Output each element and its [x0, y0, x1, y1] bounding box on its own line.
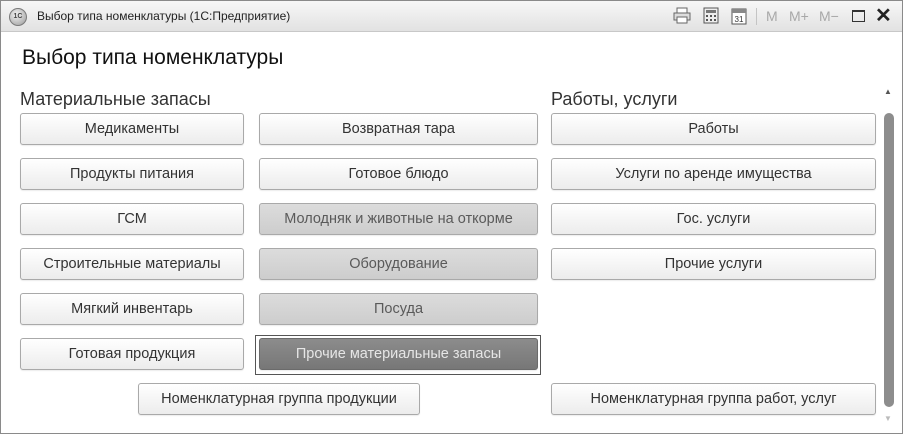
vertical-scrollbar[interactable]: ▲ ▼	[883, 87, 895, 423]
type-button-dishes[interactable]: Посуда	[259, 293, 538, 325]
scroll-up-icon[interactable]: ▲	[884, 87, 892, 96]
memory-m-button[interactable]: M	[766, 8, 778, 25]
memory-minus-button[interactable]: M−	[819, 8, 839, 25]
type-button-ready-dish[interactable]: Готовое блюдо	[259, 158, 538, 190]
window-title: Выбор типа номенклатуры (1С:Предприятие)	[37, 9, 291, 23]
printer-icon[interactable]	[672, 7, 692, 26]
type-button-medicines[interactable]: Медикаменты	[20, 113, 244, 145]
memory-plus-button[interactable]: M+	[789, 8, 809, 25]
services-group-button[interactable]: Номенклатурная группа работ, услуг	[551, 383, 876, 415]
type-button-returnable-containers[interactable]: Возвратная тара	[259, 113, 538, 145]
group-title-materials: Материальные запасы	[20, 89, 211, 109]
calendar-day-label: 31	[735, 15, 744, 24]
group-title-services: Работы, услуги	[551, 89, 678, 109]
dialog-window: 1С Выбор типа номенклатуры (1С:Предприят…	[0, 0, 903, 434]
product-group-button[interactable]: Номенклатурная группа продукции	[138, 383, 420, 415]
form-title: Выбор типа номенклатуры	[22, 46, 284, 69]
type-button-works[interactable]: Работы	[551, 113, 876, 145]
type-button-construction[interactable]: Строительные материалы	[20, 248, 244, 280]
calendar-icon[interactable]: 31	[729, 7, 749, 26]
type-button-rent-services[interactable]: Услуги по аренде имущества	[551, 158, 876, 190]
type-button-soft-inventory[interactable]: Мягкий инвентарь	[20, 293, 244, 325]
calculator-icon[interactable]	[701, 7, 721, 26]
type-button-finished-products[interactable]: Готовая продукция	[20, 338, 244, 370]
type-button-equipment[interactable]: Оборудование	[259, 248, 538, 280]
type-button-fuel[interactable]: ГСМ	[20, 203, 244, 235]
scroll-down-icon[interactable]: ▼	[884, 414, 892, 423]
close-icon[interactable]: ✕	[875, 5, 892, 27]
type-button-other-services[interactable]: Прочие услуги	[551, 248, 876, 280]
maximize-icon[interactable]	[852, 10, 865, 22]
scroll-thumb[interactable]	[884, 113, 894, 407]
toolbar-separator	[756, 8, 757, 25]
app-logo-icon: 1С	[9, 8, 27, 26]
type-button-other-materials[interactable]: Прочие материальные запасы	[259, 338, 538, 370]
type-button-gov-services[interactable]: Гос. услуги	[551, 203, 876, 235]
type-button-young-animals[interactable]: Молодняк и животные на откорме	[259, 203, 538, 235]
title-bar: 1С Выбор типа номенклатуры (1С:Предприят…	[1, 1, 902, 32]
type-button-food[interactable]: Продукты питания	[20, 158, 244, 190]
